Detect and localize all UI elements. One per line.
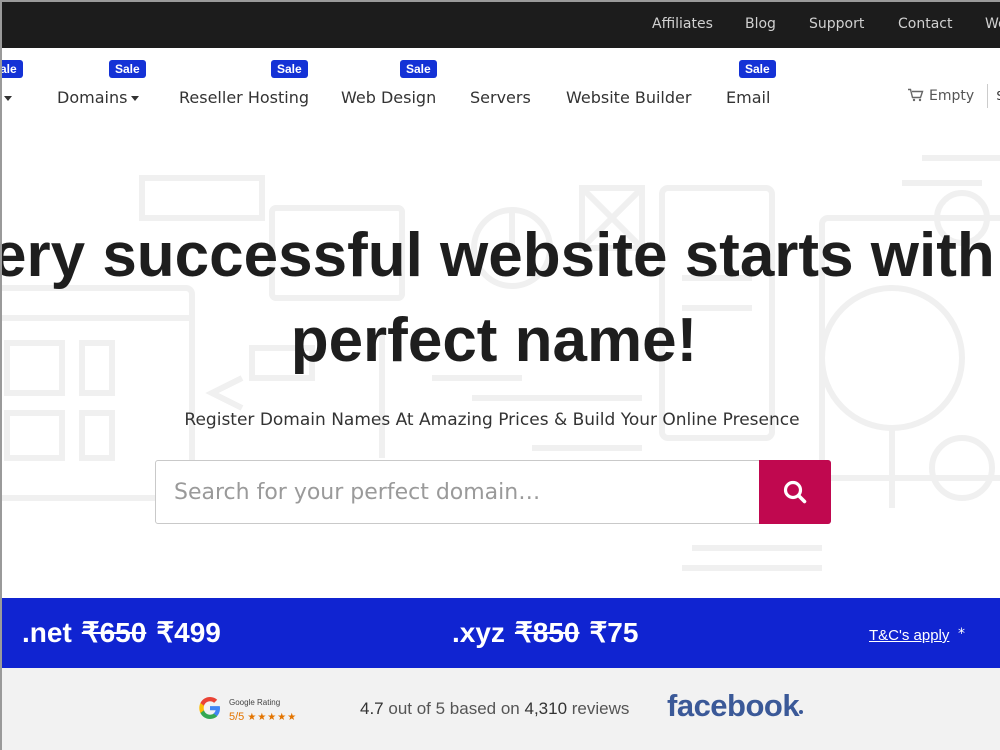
promo-new-price: ₹75 <box>589 617 639 648</box>
nav-item-servers[interactable]: Servers <box>470 88 531 107</box>
main-navigation: ale Sale Sale Sale Sale Domains Reseller… <box>2 48 1000 128</box>
nav-item-web-design[interactable]: Web Design <box>341 88 436 107</box>
nav-item-domains[interactable]: Domains <box>57 88 140 107</box>
terms-asterisk: * <box>958 626 965 642</box>
star-rating-icon: ★★★★★ <box>247 712 298 723</box>
hero-headline-line2: perfect name! <box>290 306 698 375</box>
divider <box>987 84 988 108</box>
search-icon <box>783 480 807 504</box>
google-rating-score: 5/5 <box>229 711 245 723</box>
review-summary: 4.7 out of 5 based on 4,310 reviews <box>360 699 630 718</box>
google-rating: Google Rating 5/5 ★★★★★ <box>229 698 297 723</box>
browser-viewport: Affiliates Blog Support Contact We ale S… <box>0 0 1000 750</box>
promo-old-price: ₹650 <box>81 617 147 648</box>
promo-offer-xyz[interactable]: .xyz ₹850 ₹75 <box>452 616 638 649</box>
nav-item-reseller-hosting[interactable]: Reseller Hosting <box>179 88 309 107</box>
ratings-strip: Google Rating 5/5 ★★★★★ 4.7 out of 5 bas… <box>2 668 1000 750</box>
top-utility-bar: Affiliates Blog Support Contact We <box>2 2 1000 48</box>
domain-search-input[interactable] <box>156 461 760 523</box>
hero-headline-line1: ery successful website starts with <box>0 221 995 290</box>
terms-link[interactable]: T&C's apply <box>869 627 949 644</box>
promo-offer-net[interactable]: .net ₹650 ₹499 <box>22 616 221 649</box>
sale-badge: Sale <box>400 60 437 78</box>
support-link[interactable]: Support <box>809 16 864 32</box>
promo-new-price: ₹499 <box>156 617 221 648</box>
google-logo-icon <box>199 697 220 719</box>
sale-badge: Sale <box>271 60 308 78</box>
google-rating-label: Google Rating <box>229 698 281 707</box>
sale-badge: Sale <box>739 60 776 78</box>
blog-link[interactable]: Blog <box>745 16 776 32</box>
cart-button[interactable]: Empty <box>907 88 974 104</box>
contact-link[interactable]: Contact <box>898 16 952 32</box>
hero-subheading: Register Domain Names At Amazing Prices … <box>184 410 800 430</box>
cart-icon <box>908 88 924 102</box>
promo-old-price: ₹850 <box>514 617 580 648</box>
chevron-down-icon <box>4 96 12 101</box>
affiliates-link[interactable]: Affiliates <box>652 16 713 32</box>
nav-item-email[interactable]: Email <box>726 88 770 107</box>
currency-selector[interactable]: $ <box>996 88 1000 104</box>
facebook-logo[interactable]: facebook <box>667 688 800 724</box>
sale-badge: ale <box>2 60 23 78</box>
promo-tld: .xyz <box>452 617 505 648</box>
partial-topbar-link[interactable]: We <box>985 16 1000 32</box>
chevron-down-icon <box>131 96 140 101</box>
cart-label: Empty <box>929 88 975 104</box>
sale-badge: Sale <box>109 60 146 78</box>
facebook-logo-dot <box>799 710 803 714</box>
search-button[interactable] <box>759 460 831 524</box>
nav-item-website-builder[interactable]: Website Builder <box>566 88 691 107</box>
domain-search-form <box>155 460 831 524</box>
promo-banner: .net ₹650 ₹499 .xyz ₹850 ₹75 T&C's apply * <box>2 598 1000 668</box>
nav-item-hosting-partial[interactable] <box>2 88 12 107</box>
promo-tld: .net <box>22 617 72 648</box>
